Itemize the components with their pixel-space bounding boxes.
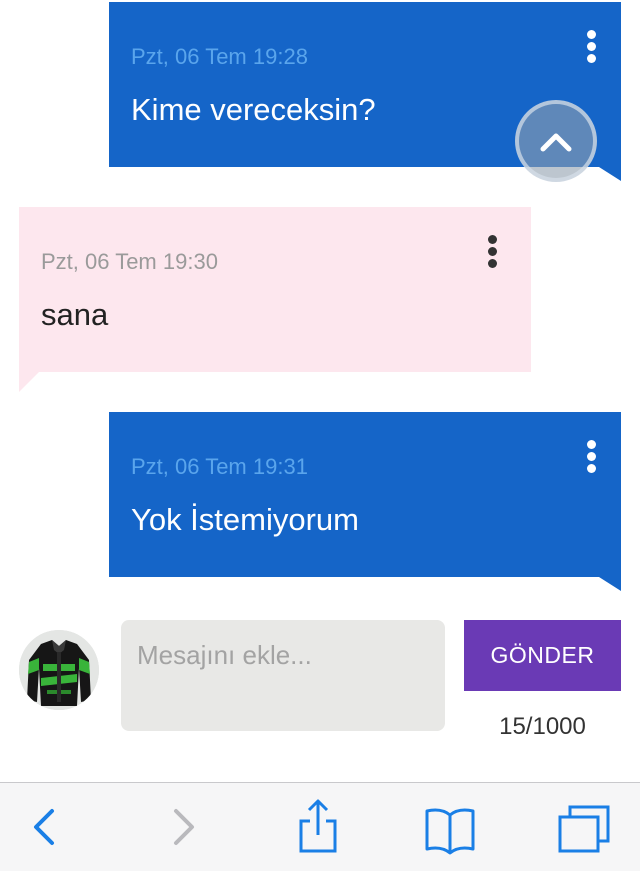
message-options-icon[interactable]	[576, 436, 606, 476]
share-button[interactable]	[286, 793, 350, 861]
share-icon	[299, 799, 337, 853]
scroll-to-top-button[interactable]	[515, 100, 597, 182]
tabs-button[interactable]	[552, 793, 616, 861]
browser-toolbar	[0, 782, 640, 871]
message-timestamp: Pzt, 06 Tem 19:28	[131, 44, 308, 69]
forward-button[interactable]	[150, 793, 214, 861]
message-timestamp: Pzt, 06 Tem 19:30	[41, 249, 218, 274]
message-input[interactable]	[121, 620, 445, 731]
bubble-tail	[19, 372, 39, 392]
back-button[interactable]	[12, 793, 76, 861]
message-options-icon[interactable]	[477, 231, 507, 271]
jacket-avatar-image	[19, 630, 99, 710]
forward-icon	[174, 809, 194, 845]
character-counter: 15/1000	[499, 713, 586, 740]
message-text: Kime vereceksin?	[131, 92, 376, 127]
bookmarks-button[interactable]	[418, 793, 482, 861]
chevron-up-icon	[540, 133, 572, 152]
message-text: Yok İstemiyorum	[131, 502, 359, 537]
bubble-tail	[599, 167, 621, 181]
bubble-tail	[599, 577, 621, 591]
message-bubble-sent: Pzt, 06 Tem 19:31 Yok İstemiyorum	[109, 412, 621, 591]
message-options-icon[interactable]	[576, 26, 606, 66]
message-timestamp: Pzt, 06 Tem 19:31	[131, 454, 308, 479]
user-avatar	[19, 630, 99, 710]
message-text: sana	[41, 297, 109, 332]
bookmarks-icon	[425, 808, 475, 855]
tabs-icon	[558, 805, 610, 853]
message-bubble-received: Pzt, 06 Tem 19:30 sana	[19, 207, 531, 392]
back-icon	[34, 809, 54, 845]
send-button[interactable]: GÖNDER	[464, 620, 621, 691]
